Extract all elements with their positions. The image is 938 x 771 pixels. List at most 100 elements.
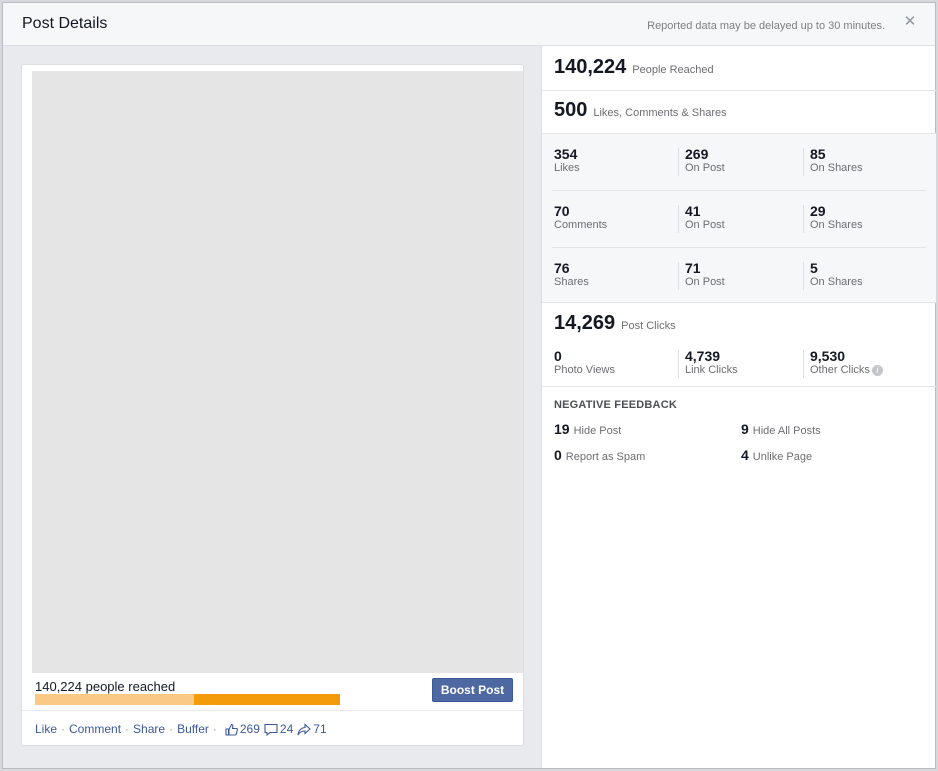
column-divider: [678, 350, 679, 378]
post-image: [32, 71, 523, 673]
unlike-page-stat: 4 Unlike Page: [741, 447, 812, 463]
separator: ·: [125, 722, 130, 736]
stat-value: 70: [554, 203, 570, 219]
stat-label: Link Clicks: [685, 364, 738, 376]
people-reached-stat: 140,224 People Reached: [554, 56, 714, 79]
shares-on-post: 71 On Post: [685, 260, 725, 289]
stat-value: 85: [810, 146, 826, 162]
divider: [542, 386, 936, 387]
stat-value: 29: [810, 203, 826, 219]
stat-label: Unlike Page: [752, 451, 813, 463]
stat-label: On Post: [685, 276, 725, 288]
reach-bar: [35, 694, 340, 705]
row-divider: [552, 190, 926, 191]
engagement-breakdown: 354 Likes 269 On Post 85 On Shares 70 Co…: [542, 133, 936, 303]
separator: ·: [61, 722, 66, 736]
divider: [542, 90, 936, 91]
stat-label: On Shares: [810, 276, 863, 288]
shares-total: 76 Shares: [554, 260, 589, 289]
stat-value: 0: [554, 447, 562, 463]
stat-label: Report as Spam: [565, 451, 646, 463]
thumbs-up-icon: [225, 723, 238, 736]
column-divider: [678, 205, 679, 233]
stat-value: 41: [685, 203, 701, 219]
likes-count-value: 269: [239, 722, 260, 736]
stat-label: Other Clicks i: [810, 364, 883, 377]
post-preview-card: 140,224 people reached Boost Post Like ·…: [21, 64, 524, 746]
hide-all-posts-stat: 9 Hide All Posts: [741, 421, 821, 437]
other-clicks-label: Other Clicks: [810, 364, 870, 376]
stats-panel: 140,224 People Reached 500 Likes, Commen…: [541, 46, 936, 768]
column-divider: [678, 148, 679, 176]
stat-value: 9,530: [810, 348, 846, 364]
share-arrow-icon: [297, 722, 312, 735]
stat-label: Shares: [554, 276, 589, 288]
stat-label: Hide Post: [573, 425, 622, 437]
dialog-header: Post Details Reported data may be delaye…: [3, 3, 935, 46]
shares-count-value: 71: [313, 722, 327, 736]
stat-label: On Shares: [810, 219, 863, 231]
post-clicks-label: Post Clicks: [621, 320, 676, 332]
share-link[interactable]: Share: [133, 722, 165, 736]
engagement-label: Likes, Comments & Shares: [593, 107, 727, 119]
stat-value: 354: [554, 146, 578, 162]
comments-on-post: 41 On Post: [685, 203, 725, 232]
post-action-row: Like · Comment · Share · Buffer · 269 24: [35, 722, 327, 736]
comment-bubble-icon: [264, 723, 278, 736]
column-divider: [803, 350, 804, 378]
comment-link[interactable]: Comment: [69, 722, 121, 736]
negative-feedback-title: NEGATIVE FEEDBACK: [554, 399, 677, 411]
other-clicks: 9,530 Other Clicks i: [810, 348, 883, 377]
stat-label: Hide All Posts: [752, 425, 821, 437]
stat-label: On Post: [685, 219, 725, 231]
row-divider: [552, 247, 926, 248]
comments-row: 70 Comments 41 On Post 29 On Shares: [542, 203, 936, 260]
like-link[interactable]: Like: [35, 722, 57, 736]
likes-on-shares: 85 On Shares: [810, 146, 863, 175]
shares-on-shares: 5 On Shares: [810, 260, 863, 289]
likes-count[interactable]: 269: [225, 722, 260, 736]
stat-label: On Post: [685, 162, 725, 174]
info-icon[interactable]: i: [871, 364, 883, 376]
likes-row: 354 Likes 269 On Post 85 On Shares: [542, 146, 936, 203]
reach-bar-organic: [193, 694, 340, 705]
stat-label: On Shares: [810, 162, 863, 174]
boost-post-button[interactable]: Boost Post: [432, 678, 513, 702]
close-icon[interactable]: ✕: [903, 14, 917, 29]
stat-value: 9: [741, 421, 749, 437]
hide-post-stat: 19 Hide Post: [554, 421, 621, 437]
comments-count-value: 24: [279, 722, 294, 736]
stat-label: Photo Views: [554, 364, 615, 376]
stat-label: Comments: [554, 219, 608, 231]
stat-value: 5: [810, 260, 818, 276]
stat-label: Likes: [554, 162, 580, 174]
buffer-link[interactable]: Buffer: [177, 722, 209, 736]
report-spam-stat: 0 Report as Spam: [554, 447, 645, 463]
engagement-value: 500: [554, 99, 588, 121]
stat-value: 19: [554, 421, 570, 437]
comments-total: 70 Comments: [554, 203, 607, 232]
shares-count[interactable]: 71: [297, 722, 327, 736]
stat-value: 269: [685, 146, 709, 162]
likes-on-post: 269 On Post: [685, 146, 725, 175]
stat-value: 4,739: [685, 348, 721, 364]
separator: ·: [169, 722, 174, 736]
stat-value: 76: [554, 260, 570, 276]
column-divider: [803, 262, 804, 290]
stat-value: 0: [554, 348, 562, 364]
engagement-stat: 500 Likes, Comments & Shares: [554, 99, 727, 122]
stat-value: 71: [685, 260, 701, 276]
link-clicks: 4,739 Link Clicks: [685, 348, 738, 377]
reach-label: 140,224 people reached: [35, 679, 176, 694]
shares-row: 76 Shares 71 On Post 5 On Shares: [542, 260, 936, 317]
comments-on-shares: 29 On Shares: [810, 203, 863, 232]
comments-count[interactable]: 24: [264, 722, 293, 736]
people-reached-value: 140,224: [554, 56, 627, 78]
card-divider: [22, 710, 523, 711]
delay-note: Reported data may be delayed up to 30 mi…: [647, 20, 885, 32]
post-details-dialog: Post Details Reported data may be delaye…: [2, 2, 936, 769]
dialog-title: Post Details: [22, 15, 108, 32]
separator: ·: [212, 722, 217, 736]
people-reached-label: People Reached: [632, 64, 714, 76]
post-clicks-stat: 14,269 Post Clicks: [554, 312, 676, 335]
